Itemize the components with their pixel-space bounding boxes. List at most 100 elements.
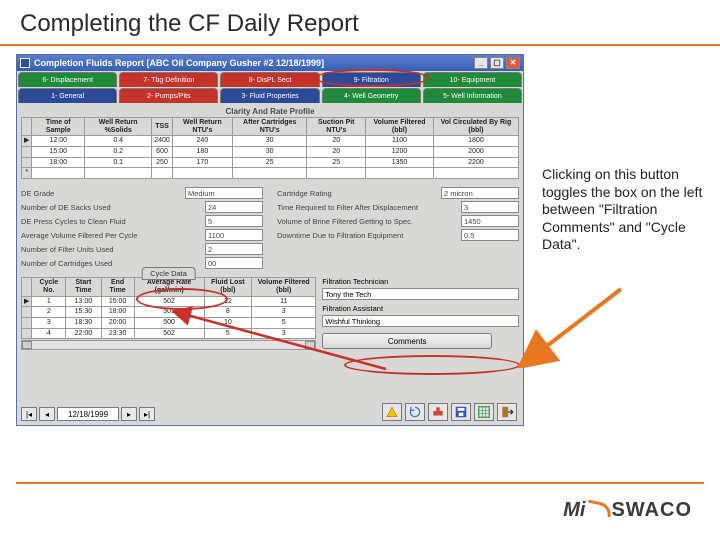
save-icon[interactable] [451,403,471,421]
tab-filtration[interactable]: 9- Filtration [322,72,421,87]
cell[interactable]: 25 [232,157,306,168]
cell[interactable]: 10 [204,317,252,328]
tab-equipment[interactable]: 10- Equipment [423,72,522,87]
field-right-input[interactable]: 0.5 [461,229,519,241]
cell[interactable]: 13:00 [66,296,101,307]
cell[interactable]: 20 [307,136,366,147]
field-left-label: DE Grade [21,189,181,198]
cell[interactable]: 1350 [366,157,434,168]
table-row[interactable]: 422:0023:3050253 [22,328,316,339]
field-left-input[interactable]: 5 [205,215,263,227]
nav-first-button[interactable]: |◂ [21,407,37,421]
cell[interactable]: 23:30 [101,328,134,339]
cell[interactable]: 500 [134,317,204,328]
table-row[interactable]: 318:3020:00500105 [22,317,316,328]
cell[interactable]: 502 [134,328,204,339]
cell[interactable]: 5 [252,317,316,328]
cell[interactable]: 22:00 [66,328,101,339]
cell[interactable]: 30 [232,147,306,158]
table-row[interactable]: ▶113:0015:005021211 [22,296,316,307]
grid-icon[interactable] [474,403,494,421]
cell[interactable]: 20:00 [101,317,134,328]
cell[interactable]: 8 [204,307,252,318]
cell[interactable]: 20 [307,147,366,158]
cell[interactable]: 18:00 [101,307,134,318]
cell[interactable]: 4 [32,328,66,339]
cell[interactable]: 25 [307,157,366,168]
field-left-input[interactable]: 24 [205,201,263,213]
pump-icon[interactable] [428,403,448,421]
field-right-input[interactable]: 1450 [461,215,519,227]
cell[interactable]: 12:00 [32,136,85,147]
tab-fluid-properties[interactable]: 3- Fluid Properties [220,88,319,103]
cell[interactable]: 600 [152,147,173,158]
minimize-button[interactable]: _ [474,57,488,69]
cell[interactable]: 0.4 [85,136,152,147]
table-row[interactable]: 15:000.2600180302012002000 [22,147,519,158]
field-right-input[interactable]: 3 [461,201,519,213]
table-row[interactable]: 18:000.1250170252513502200 [22,157,519,168]
cell[interactable]: 15:00 [101,296,134,307]
table-row[interactable]: ▶12:000.42400240302011001800 [22,136,519,147]
clarity-grid[interactable]: Time of SampleWell Return %SolidsTSSWell… [21,117,519,179]
cell[interactable]: 3 [252,328,316,339]
nav-last-button[interactable]: ▸| [139,407,155,421]
cell[interactable]: 0.2 [85,147,152,158]
cell[interactable]: 0.1 [85,157,152,168]
cell[interactable]: 2000 [433,147,518,158]
cycle-grid[interactable]: Cycle No.Start TimeEnd TimeAverage Rate … [21,277,316,339]
cell[interactable]: 501 [134,307,204,318]
cell[interactable]: 250 [152,157,173,168]
cell[interactable]: 2200 [433,157,518,168]
cell[interactable]: 2 [32,307,66,318]
cycle-data-tab[interactable]: Cycle Data [141,267,196,280]
field-left-input[interactable]: 2 [205,243,263,255]
field-right-input[interactable]: 2 micron [441,187,519,199]
cell[interactable]: 1200 [366,147,434,158]
cell[interactable]: 502 [134,296,204,307]
nav-next-button[interactable]: ▸ [121,407,137,421]
filtration-tech-input[interactable]: Tony the Tech [322,288,519,300]
tab-well-geometry[interactable]: 4- Well Geometry [322,88,421,103]
cell[interactable]: 170 [172,157,232,168]
exit-icon[interactable] [497,403,517,421]
field-left-input[interactable]: 00 [205,257,263,269]
cell[interactable]: 15:30 [66,307,101,318]
tab-well-information[interactable]: 5- Well Information [423,88,522,103]
cell[interactable]: 1 [32,296,66,307]
app-window: Completion Fluids Report [ABC Oil Compan… [16,54,524,426]
footer-divider [16,482,704,484]
tab-general[interactable]: 1- General [18,88,117,103]
close-button[interactable]: ✕ [506,57,520,69]
cell[interactable]: 180 [172,147,232,158]
tab-pumps-pits[interactable]: 2- Pumps/Pits [119,88,218,103]
table-row[interactable]: 215:3018:0050183 [22,307,316,318]
tab-displ-sect[interactable]: 8- DisPL Sect [220,72,319,87]
cell[interactable]: 240 [172,136,232,147]
filtration-asst-input[interactable]: Wishful Thinking [322,315,519,327]
cell[interactable]: 18:00 [32,157,85,168]
comments-button[interactable]: Comments [322,333,492,349]
cell[interactable]: 2400 [152,136,173,147]
rotate-icon[interactable] [405,403,425,421]
field-left-input[interactable]: 1100 [205,229,263,241]
nav-prev-button[interactable]: ◂ [39,407,55,421]
cell[interactable]: 12 [204,296,252,307]
cell[interactable]: 11 [252,296,316,307]
cycle-scrollbar[interactable] [21,340,316,350]
table-row[interactable]: * [22,168,519,179]
cell[interactable]: 18:30 [66,317,101,328]
maximize-button[interactable]: ▢ [490,57,504,69]
cell[interactable]: 3 [32,317,66,328]
cell[interactable]: 30 [232,136,306,147]
col-header: Suction Pit NTU's [307,118,366,136]
cell[interactable]: 3 [252,307,316,318]
cell[interactable]: 1100 [366,136,434,147]
cell[interactable]: 15:00 [32,147,85,158]
tab-displacement[interactable]: 6- Displacement [18,72,117,87]
triangle-icon[interactable] [382,403,402,421]
tab-tbg-definition[interactable]: 7- Tbg Definition [119,72,218,87]
cell[interactable]: 5 [204,328,252,339]
cell[interactable]: 1800 [433,136,518,147]
field-left-input[interactable]: Medium [185,187,263,199]
